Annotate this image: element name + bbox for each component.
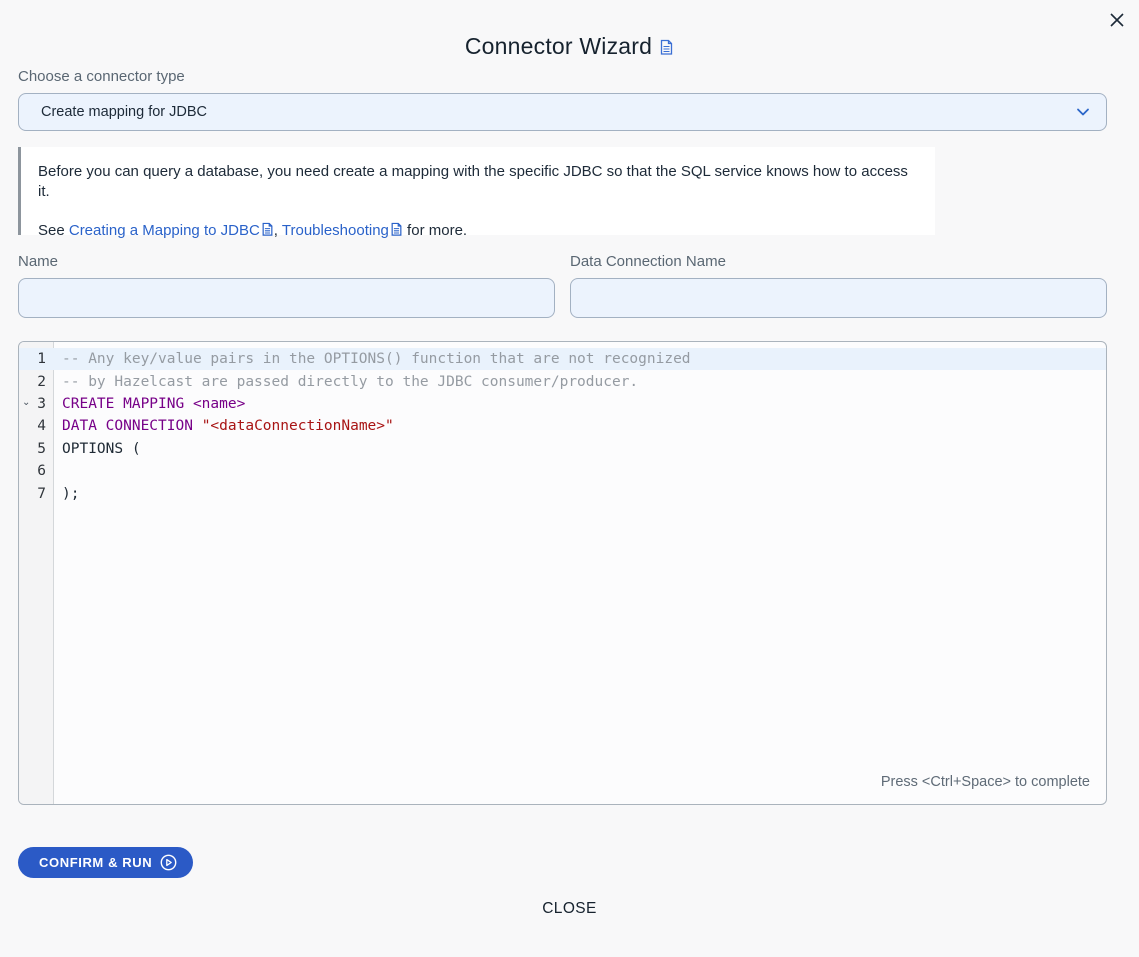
document-icon	[390, 224, 403, 241]
sql-code-editor[interactable]: 1 -- Any key/value pairs in the OPTIONS()…	[18, 341, 1107, 805]
code-text: );	[55, 486, 1106, 502]
see-text: See	[38, 222, 69, 239]
code-token: <name>	[193, 396, 245, 412]
line-number: 5	[19, 441, 55, 457]
code-token: DATA CONNECTION	[62, 418, 193, 434]
code-text: DATA CONNECTION "<dataConnectionName>"	[55, 418, 1106, 434]
close-icon[interactable]	[1105, 8, 1129, 32]
code-line[interactable]: ⌄3CREATE MAPPING <name>	[19, 393, 1106, 415]
document-icon	[261, 224, 274, 241]
line-number: 7	[19, 486, 55, 502]
connector-type-label: Choose a connector type	[18, 68, 185, 85]
code-line[interactable]: 5 OPTIONS (	[19, 438, 1106, 460]
info-links-line: See Creating a Mapping to JDBC , Trouble…	[38, 221, 919, 243]
line-number: 4	[19, 418, 55, 434]
link-creating-mapping-jdbc[interactable]: Creating a Mapping to JDBC	[69, 222, 274, 239]
info-box: Before you can query a database, you nee…	[18, 147, 935, 235]
data-connection-name-label: Data Connection Name	[570, 253, 726, 270]
line-number: ⌄3	[19, 396, 55, 412]
separator-text: ,	[274, 222, 282, 239]
autocomplete-hint: Press <Ctrl+Space> to complete	[881, 774, 1090, 790]
connector-type-selected-value: Create mapping for JDBC	[41, 104, 1074, 120]
confirm-run-button[interactable]: CONFIRM & RUN	[18, 847, 193, 878]
page-title: Connector Wizard	[0, 33, 1139, 62]
line-number: 1	[19, 351, 55, 367]
code-line[interactable]: 7);	[19, 482, 1106, 504]
document-icon[interactable]	[659, 35, 674, 61]
fold-chevron-icon[interactable]: ⌄	[22, 397, 30, 408]
link-troubleshooting[interactable]: Troubleshooting	[282, 222, 403, 239]
code-token: "<dataConnectionName>"	[202, 418, 394, 434]
code-lines[interactable]: 1 -- Any key/value pairs in the OPTIONS()…	[19, 342, 1106, 505]
code-text: -- Any key/value pairs in the OPTIONS() …	[55, 351, 1106, 367]
code-token: OPTIONS (	[62, 441, 141, 457]
code-text: CREATE MAPPING <name>	[55, 396, 1106, 412]
page-title-text: Connector Wizard	[465, 33, 652, 59]
info-paragraph: Before you can query a database, you nee…	[38, 162, 919, 202]
code-text: OPTIONS (	[55, 441, 1106, 457]
for-more-text: for more.	[403, 222, 467, 239]
data-connection-name-field[interactable]	[570, 278, 1107, 318]
code-token	[184, 396, 193, 412]
name-field[interactable]	[18, 278, 555, 318]
code-line[interactable]: 2 -- by Hazelcast are passed directly to …	[19, 370, 1106, 392]
confirm-run-label: CONFIRM & RUN	[39, 855, 152, 870]
line-number: 2	[19, 374, 55, 390]
code-token: -- Any key/value pairs in the OPTIONS() …	[62, 351, 691, 367]
play-circle-icon	[160, 854, 177, 871]
close-x-glyph	[1109, 12, 1125, 28]
code-text: -- by Hazelcast are passed directly to t…	[55, 374, 1106, 390]
code-token: CREATE MAPPING	[62, 396, 184, 412]
code-token: );	[62, 486, 79, 502]
connector-type-select[interactable]: Create mapping for JDBC	[18, 93, 1107, 131]
name-label: Name	[18, 253, 58, 270]
code-line[interactable]: 6	[19, 460, 1106, 482]
code-token: -- by Hazelcast are passed directly to t…	[62, 374, 638, 390]
line-number: 6	[19, 463, 55, 479]
code-line[interactable]: 4DATA CONNECTION "<dataConnectionName>"	[19, 415, 1106, 437]
code-line[interactable]: 1 -- Any key/value pairs in the OPTIONS()…	[19, 348, 1106, 370]
close-button[interactable]: CLOSE	[0, 900, 1139, 918]
code-token	[193, 418, 202, 434]
chevron-down-icon	[1074, 103, 1092, 121]
